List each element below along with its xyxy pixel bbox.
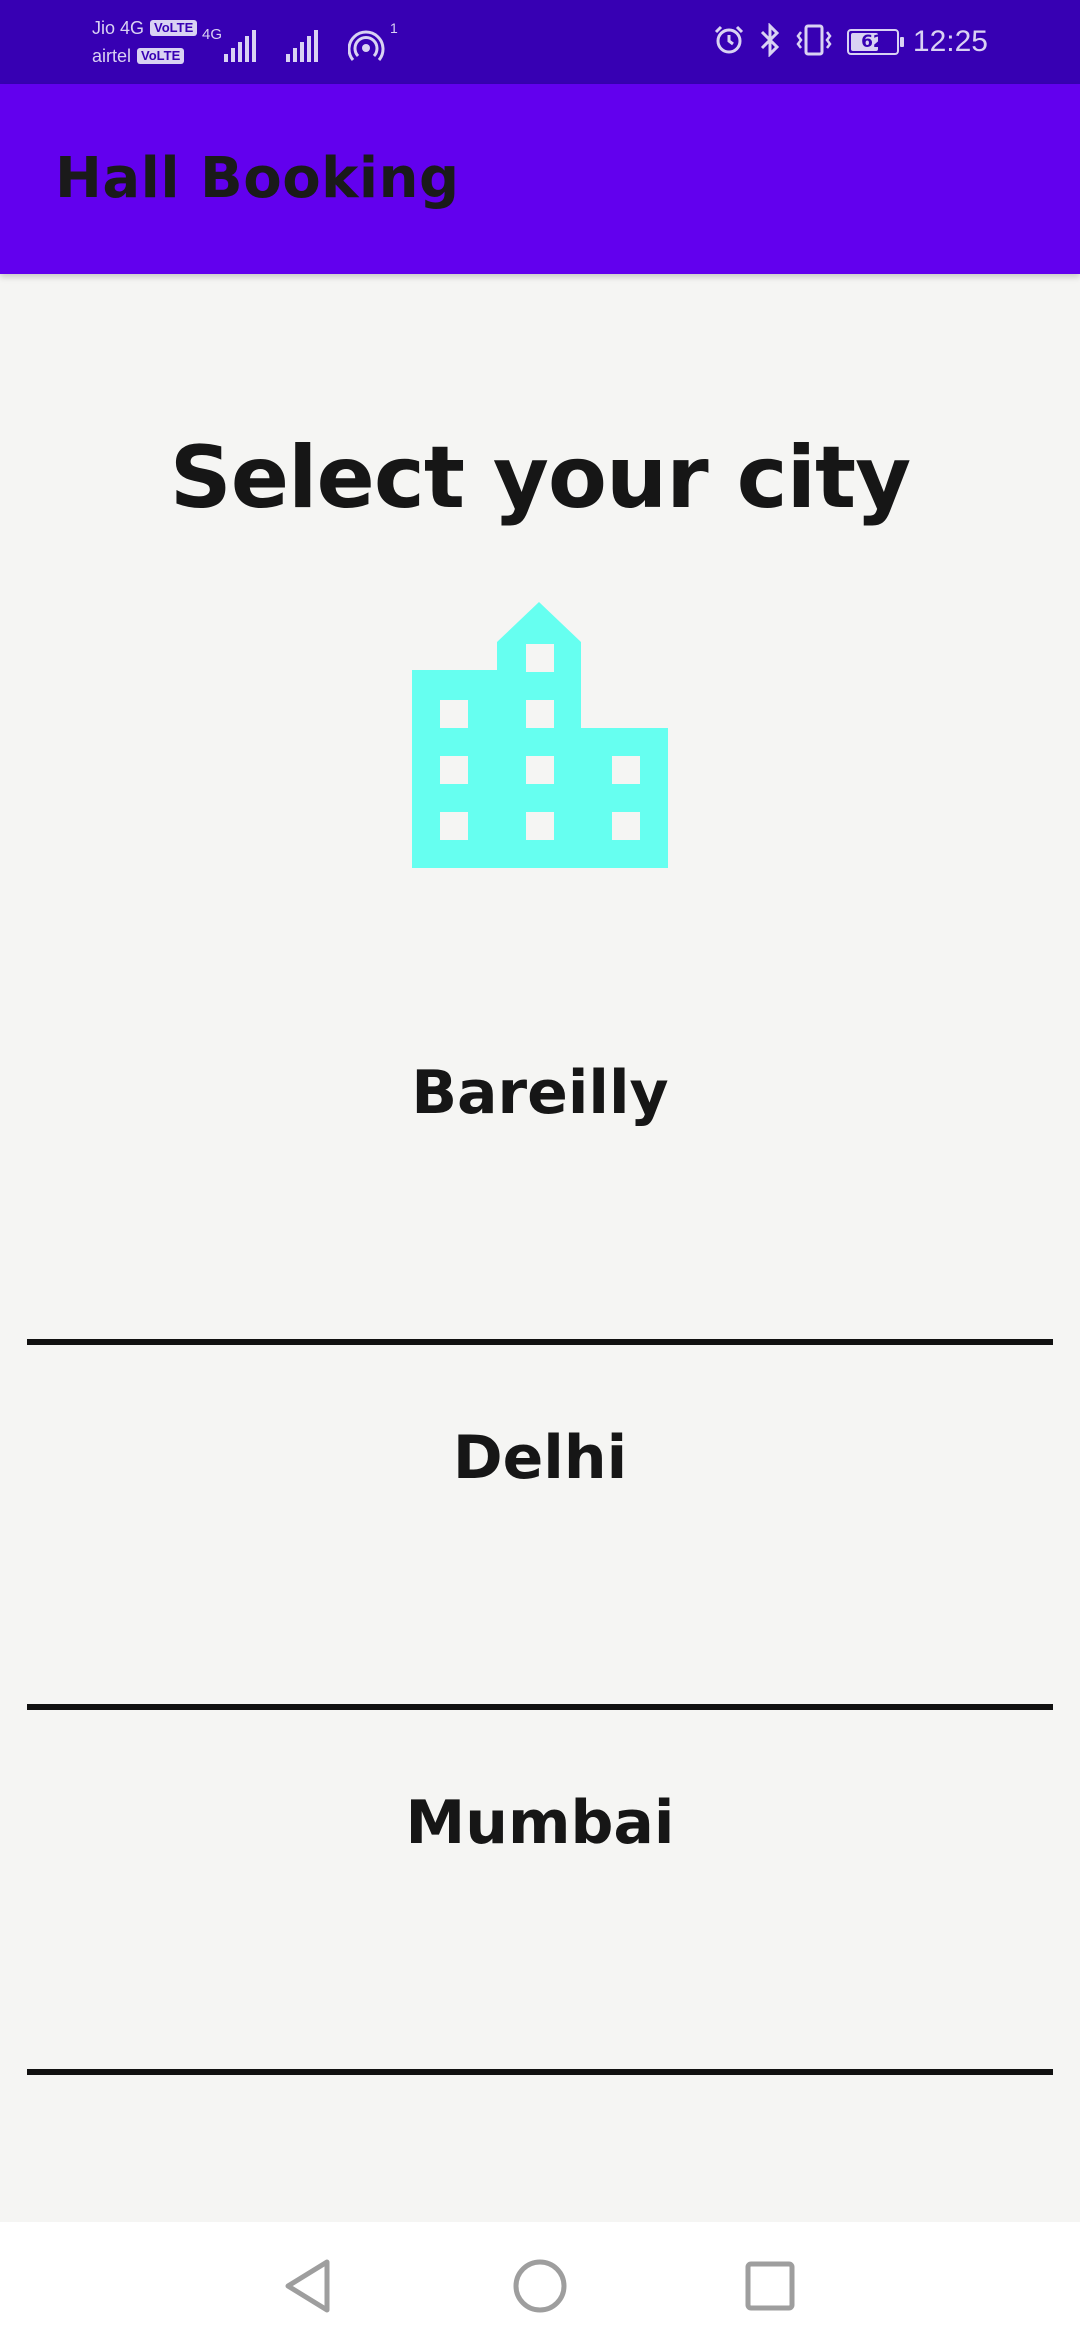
city-list: Bareilly Delhi Mumbai (27, 980, 1053, 2075)
page-heading: Select your city (169, 428, 911, 528)
hotspot-icon: 1 (347, 20, 398, 64)
battery-level: 62 (861, 32, 885, 52)
carrier-1-label: Jio 4G (92, 18, 145, 38)
status-right: 62 12:25 (713, 18, 988, 66)
hotspot-count: 1 (390, 20, 398, 36)
city-building-icon (412, 602, 668, 868)
city-item-bareilly[interactable]: Bareilly (27, 980, 1053, 1345)
volte-badge: VoLTE (150, 20, 198, 36)
app-title: Hall Booking (55, 146, 460, 211)
status-bar: Jio 4G VoLTE airtel VoLTE 4G 1 62 12:25 (0, 0, 1080, 84)
home-icon[interactable] (510, 2256, 570, 2316)
signal-icon (284, 24, 324, 64)
vibrate-icon (795, 23, 833, 61)
battery-icon: 62 (846, 29, 904, 55)
city-label: Bareilly (411, 1058, 669, 1128)
bluetooth-icon (759, 22, 781, 61)
clock: 12:25 (912, 25, 988, 58)
city-label: Mumbai (405, 1788, 675, 1858)
alarm-icon (713, 24, 745, 60)
app-bar: Hall Booking (0, 84, 1080, 274)
carrier-2-label: airtel (92, 46, 132, 66)
system-nav-bar (0, 2222, 1080, 2340)
recents-icon[interactable] (740, 2256, 800, 2316)
back-icon[interactable] (280, 2256, 340, 2316)
carrier-info: Jio 4G VoLTE airtel VoLTE (92, 14, 198, 70)
city-label: Delhi (452, 1423, 628, 1493)
signal-icon: 4G (200, 24, 260, 64)
volte-badge: VoLTE (137, 48, 185, 64)
network-icons: 4G 1 (200, 20, 398, 64)
city-item-mumbai[interactable]: Mumbai (27, 1710, 1053, 2075)
city-item-delhi[interactable]: Delhi (27, 1345, 1053, 1710)
